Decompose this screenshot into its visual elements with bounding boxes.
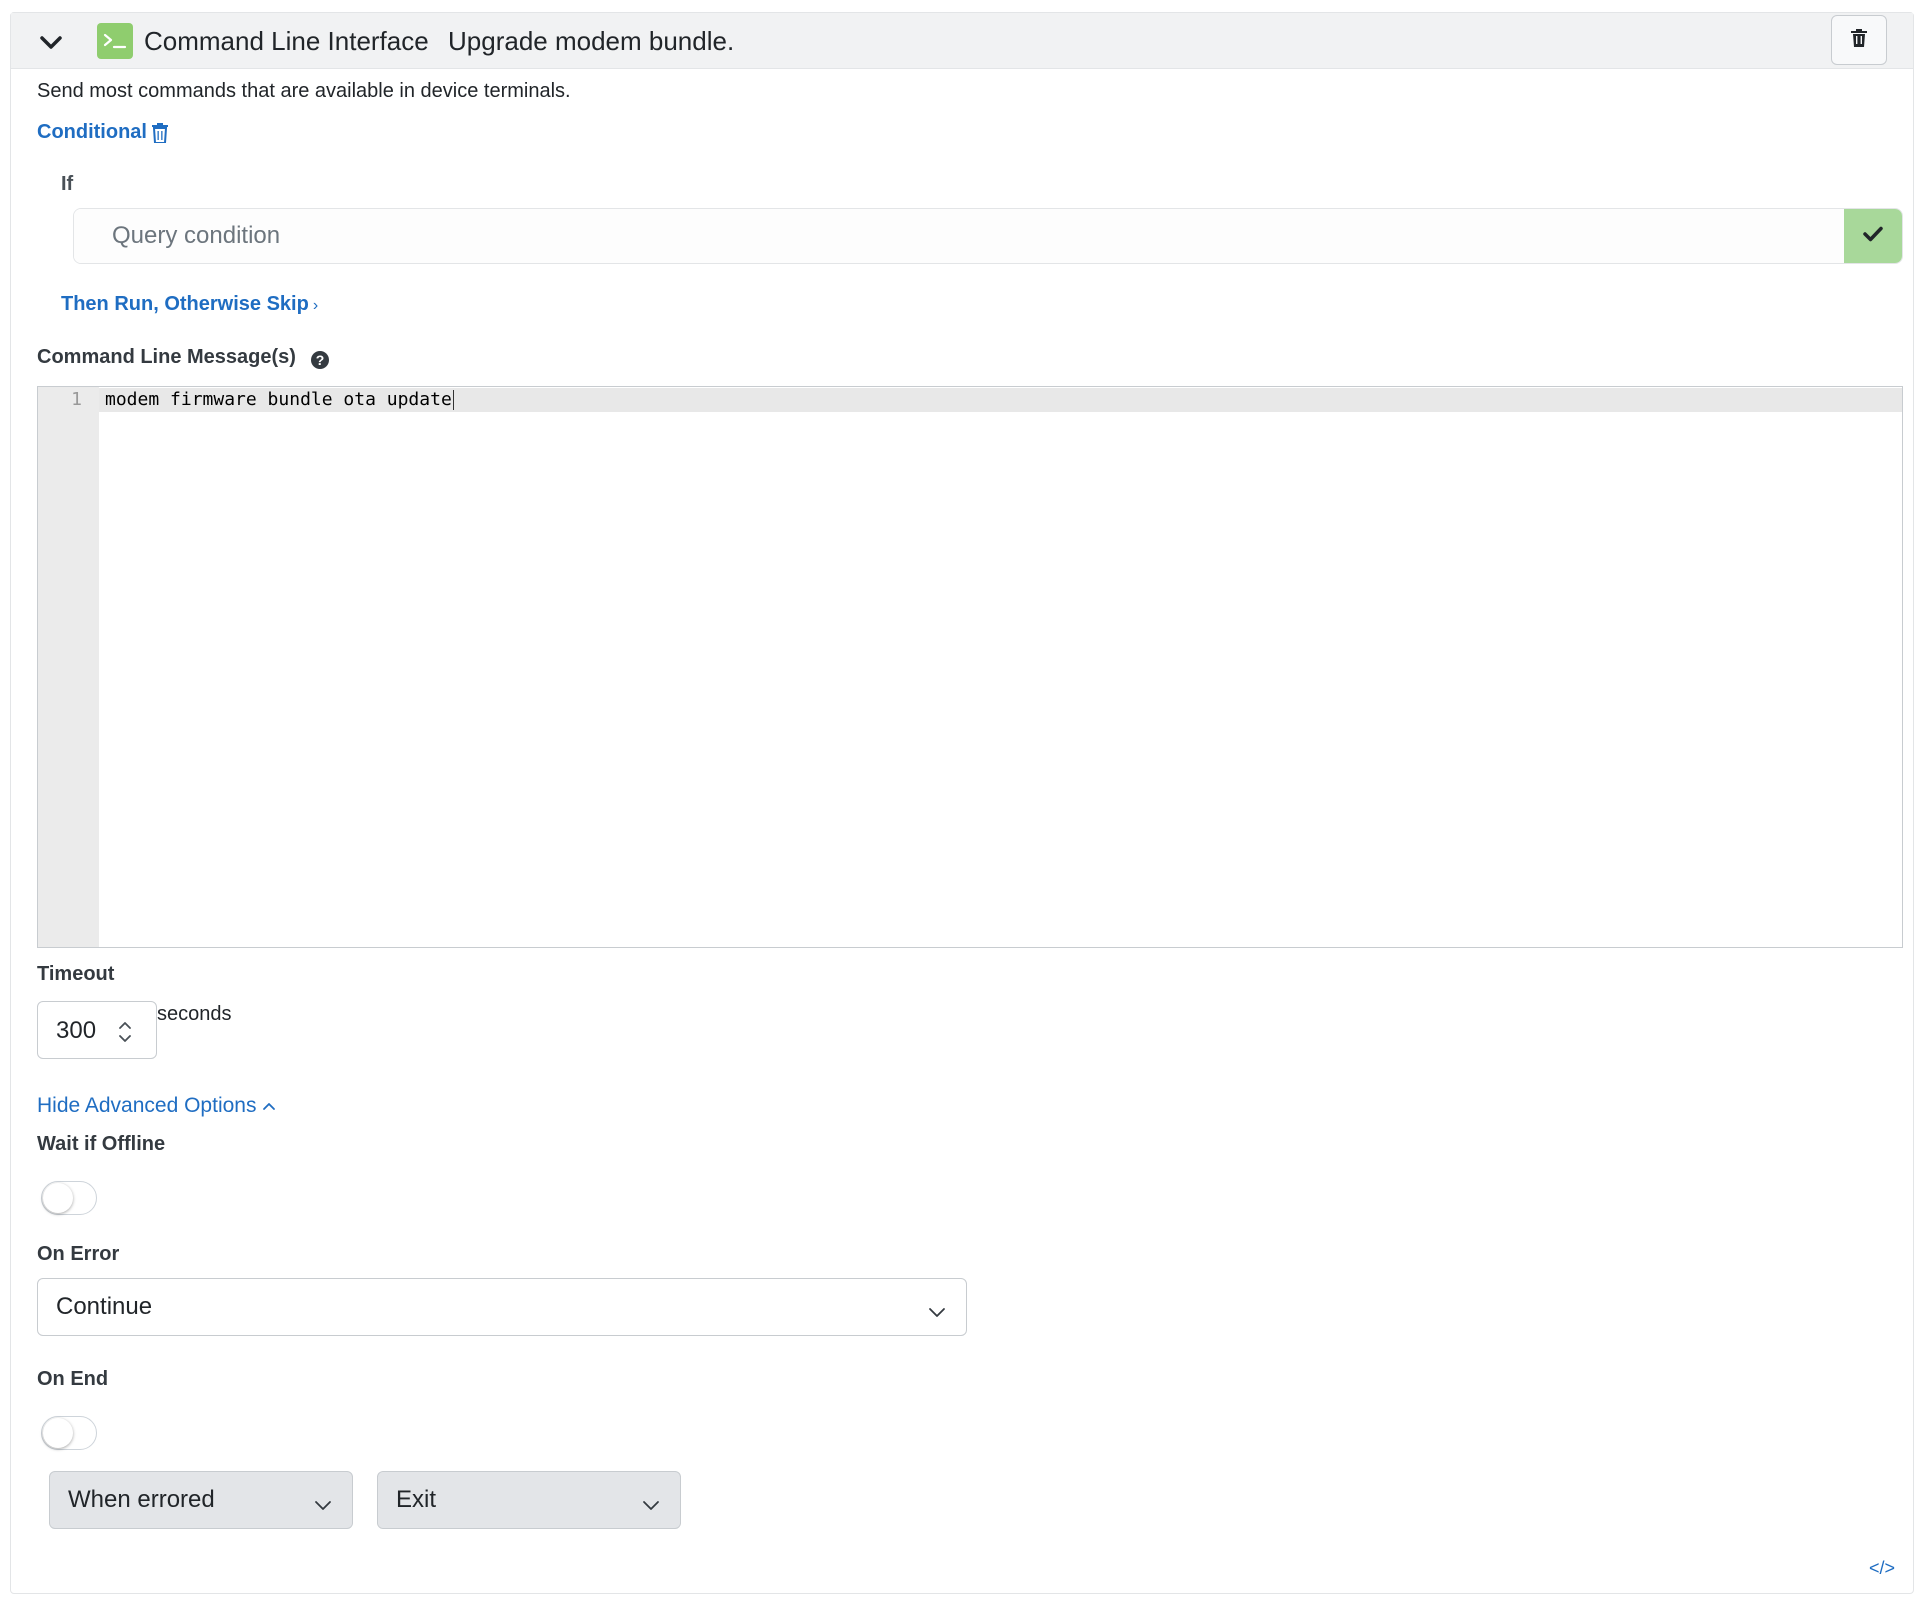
- chevron-down-icon: [928, 1299, 946, 1317]
- text-cursor: [452, 390, 454, 410]
- then-run-label: Then Run, Otherwise Skip: [61, 293, 309, 315]
- editor-gutter: [38, 387, 99, 947]
- step-header: Command Line Interface Upgrade modem bun…: [11, 13, 1913, 69]
- toggle-knob: [43, 1418, 73, 1448]
- query-submit-button[interactable]: [1844, 209, 1902, 263]
- number-spinner-icon[interactable]: [116, 1018, 134, 1046]
- on-end-label: On End: [37, 1368, 109, 1390]
- query-condition-group: [73, 208, 1903, 264]
- on-end-condition-value: When errored: [68, 1486, 215, 1513]
- code-line-text: modem firmware bundle ota update: [105, 389, 452, 410]
- on-end-toggle[interactable]: [41, 1416, 97, 1450]
- chevron-down-icon: [642, 1492, 660, 1510]
- command-messages-label: Command Line Message(s): [37, 346, 296, 368]
- step-type-label: Command Line Interface: [144, 26, 429, 56]
- step-title[interactable]: Upgrade modem bundle.: [448, 26, 734, 56]
- on-end-condition-select[interactable]: When errored: [49, 1471, 353, 1529]
- chevron-right-icon: ›: [312, 297, 319, 314]
- code-line[interactable]: modem firmware bundle ota update: [105, 388, 454, 412]
- timeout-number-input[interactable]: 300: [37, 1001, 157, 1059]
- timeout-unit-label: seconds: [157, 1003, 232, 1025]
- view-code-icon[interactable]: </>: [1869, 1558, 1895, 1579]
- advanced-options-label: Hide Advanced Options: [37, 1094, 257, 1117]
- wait-if-offline-label: Wait if Offline: [37, 1133, 166, 1155]
- on-end-action-value: Exit: [396, 1486, 437, 1513]
- on-error-select[interactable]: Continue: [37, 1278, 967, 1336]
- on-error-selected-value: Continue: [56, 1293, 153, 1320]
- step-card: Command Line Interface Upgrade modem bun…: [10, 12, 1914, 1594]
- chevron-up-icon: [262, 1094, 276, 1117]
- conditional-link[interactable]: Conditional: [37, 120, 147, 144]
- help-icon[interactable]: ?: [311, 351, 329, 369]
- toggle-knob: [43, 1183, 73, 1213]
- if-label: If: [61, 173, 74, 195]
- delete-step-button[interactable]: [1831, 15, 1887, 65]
- on-error-label: On Error: [37, 1243, 120, 1265]
- collapse-chevron-icon[interactable]: [35, 27, 67, 59]
- remove-conditional-trash-icon[interactable]: [152, 123, 172, 145]
- hide-advanced-options-link[interactable]: Hide Advanced Options: [37, 1093, 276, 1119]
- timeout-value: 300: [56, 1017, 97, 1044]
- command-code-editor[interactable]: 1 modem firmware bundle ota update: [37, 386, 1903, 948]
- step-description: Send most commands that are available in…: [37, 80, 571, 102]
- timeout-label: Timeout: [37, 963, 115, 985]
- trash-icon: [1851, 28, 1867, 52]
- line-number: 1: [71, 389, 82, 410]
- checkmark-icon: [1863, 226, 1883, 247]
- then-run-otherwise-skip-link[interactable]: Then Run, Otherwise Skip ›: [61, 292, 318, 318]
- on-end-action-select[interactable]: Exit: [377, 1471, 681, 1529]
- query-condition-input[interactable]: [74, 209, 1846, 263]
- wait-if-offline-toggle[interactable]: [41, 1181, 97, 1215]
- terminal-icon: [97, 23, 133, 59]
- chevron-down-icon: [314, 1492, 332, 1510]
